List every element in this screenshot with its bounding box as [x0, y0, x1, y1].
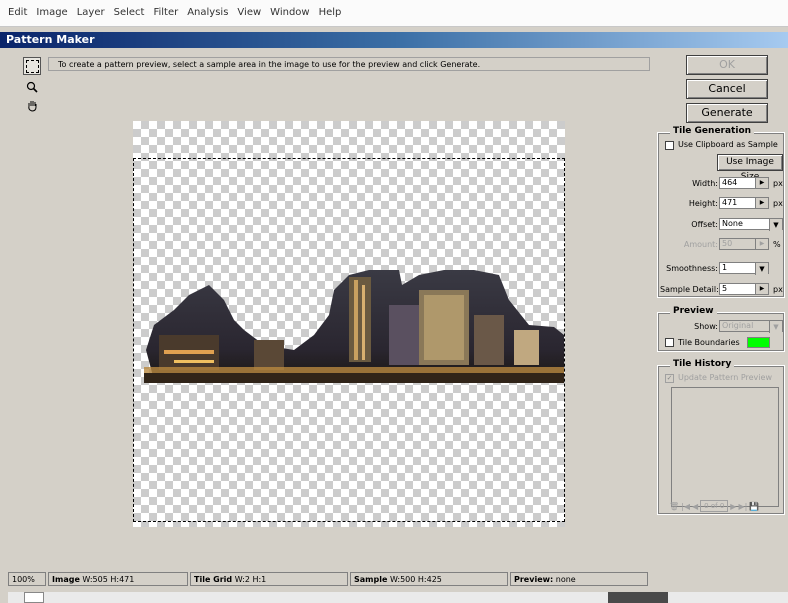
amount-spin-arrow-icon[interactable]: ▶ [755, 239, 768, 249]
rectangular-marquee-tool[interactable] [23, 57, 41, 75]
smoothness-value: 1 [722, 263, 728, 272]
prev-icon[interactable]: ◀ [692, 502, 698, 511]
menu-image[interactable]: Image [36, 7, 67, 18]
sample-detail-unit: px [773, 285, 783, 294]
image-size-status: Image W:505 H:471 [48, 572, 188, 586]
use-clipboard-checkbox[interactable] [665, 141, 674, 150]
sample-detail-label: Sample Detail: [660, 285, 719, 294]
menu-select[interactable]: Select [114, 7, 145, 18]
show-value: Original [722, 321, 754, 330]
width-input[interactable]: 464 ▶ [719, 177, 769, 189]
preview-canvas[interactable] [48, 75, 650, 563]
zoom-level: 100% [8, 572, 46, 586]
show-label: Show: [694, 322, 718, 331]
image-value: W:505 H:471 [82, 575, 135, 584]
tile-grid-label: Tile Grid [194, 575, 233, 584]
width-label: Width: [692, 179, 718, 188]
next-icon[interactable]: ▶ [730, 502, 736, 511]
preview-title: Preview [670, 306, 717, 316]
menu-layer[interactable]: Layer [77, 7, 105, 18]
height-spin-arrow-icon[interactable]: ▶ [755, 198, 768, 208]
dialog-title: Pattern Maker [6, 33, 95, 46]
status-bar: 100% Image W:505 H:471 Tile Grid W:2 H:1… [8, 572, 648, 586]
scroll-corner [24, 592, 44, 603]
amount-value: 50 [722, 239, 733, 248]
width-spin-arrow-icon[interactable]: ▶ [755, 178, 768, 188]
smoothness-select[interactable]: 1 ▼ [719, 262, 769, 275]
height-label: Height: [688, 199, 718, 208]
smoothness-label: Smoothness: [666, 264, 718, 273]
first-icon[interactable]: |◀ [681, 502, 690, 511]
sample-detail-value: 5 [722, 284, 728, 293]
show-select[interactable]: Original ▼ [719, 320, 783, 333]
sample-label: Sample [354, 575, 388, 584]
sample-selection-marquee[interactable] [133, 158, 565, 522]
menu-edit[interactable]: Edit [8, 7, 27, 18]
use-clipboard-label: Use Clipboard as Sample [678, 140, 778, 149]
preview-status: Preview: none [510, 572, 648, 586]
sample-detail-spin-arrow-icon[interactable]: ▶ [755, 284, 768, 294]
tile-generation-title: Tile Generation [670, 126, 755, 136]
preview-label: Preview: [514, 575, 554, 584]
trash-icon[interactable]: 🗑 [669, 502, 679, 511]
scrollbar-thumb[interactable] [608, 592, 668, 603]
tile-history-title: Tile History [670, 359, 735, 369]
pattern-maker-dialog: To create a pattern preview, select a sa… [0, 48, 788, 603]
menu-view[interactable]: View [237, 7, 261, 18]
menu-filter[interactable]: Filter [153, 7, 178, 18]
offset-value: None [722, 219, 743, 228]
menu-bar: Edit Image Layer Select Filter Analysis View Wi… [0, 0, 788, 27]
update-preview-checkbox[interactable]: ✓ [665, 374, 674, 383]
tile-boundaries-label: Tile Boundaries [678, 338, 740, 347]
generate-button[interactable]: Generate [686, 103, 768, 123]
instruction-text: To create a pattern preview, select a sa… [48, 57, 650, 71]
sample-detail-input[interactable]: 5 ▶ [719, 283, 769, 295]
menu-analysis[interactable]: Analysis [187, 7, 228, 18]
height-input[interactable]: 471 ▶ [719, 197, 769, 209]
offset-select[interactable]: None ▼ [719, 218, 783, 231]
zoom-tool[interactable] [23, 78, 41, 96]
sample-value: W:500 H:425 [389, 575, 442, 584]
tile-grid-value: W:2 H:1 [234, 575, 267, 584]
width-unit: px [773, 179, 783, 188]
amount-unit: % [773, 240, 781, 249]
tile-boundaries-checkbox[interactable] [665, 338, 674, 347]
amount-input[interactable]: 50 ▶ [719, 238, 769, 250]
tile-grid-status: Tile Grid W:2 H:1 [190, 572, 348, 586]
hand-icon [27, 100, 36, 112]
use-image-size-button[interactable]: Use Image Size [717, 154, 783, 182]
height-value: 471 [722, 198, 738, 207]
height-unit: px [773, 199, 783, 208]
chevron-down-icon[interactable]: ▼ [769, 219, 782, 231]
offset-label: Offset: [691, 220, 718, 229]
history-counter: 0 of 0 [700, 500, 729, 512]
dialog-titlebar: Pattern Maker [0, 32, 788, 48]
horizontal-scrollbar[interactable] [8, 592, 788, 603]
chevron-down-icon[interactable]: ▼ [755, 263, 768, 275]
width-value: 464 [722, 178, 738, 187]
tile-history-navigation: 🗑 |◀ ◀ 0 of 0 ▶ ▶| 💾 [669, 500, 785, 512]
menu-window[interactable]: Window [270, 7, 309, 18]
menu-help[interactable]: Help [319, 7, 342, 18]
update-preview-label: Update Pattern Preview [678, 373, 772, 382]
image-label: Image [52, 575, 80, 584]
chevron-down-icon[interactable]: ▼ [769, 321, 782, 333]
cancel-button[interactable]: Cancel [686, 79, 768, 99]
menu-items: Edit Image Layer Select Filter Analysis View Wi… [8, 7, 341, 18]
zoom-icon [26, 81, 38, 93]
hand-tool[interactable] [23, 96, 41, 114]
sample-size-status: Sample W:500 H:425 [350, 572, 508, 586]
last-icon[interactable]: ▶| [738, 502, 747, 511]
amount-label: Amount: [683, 240, 718, 249]
ok-button[interactable]: OK [686, 55, 768, 75]
save-icon[interactable]: 💾 [749, 502, 759, 511]
marquee-icon [25, 59, 39, 73]
preview-value: none [555, 575, 576, 584]
boundary-color-swatch[interactable] [747, 337, 770, 348]
tile-history-thumbnail [671, 387, 779, 507]
